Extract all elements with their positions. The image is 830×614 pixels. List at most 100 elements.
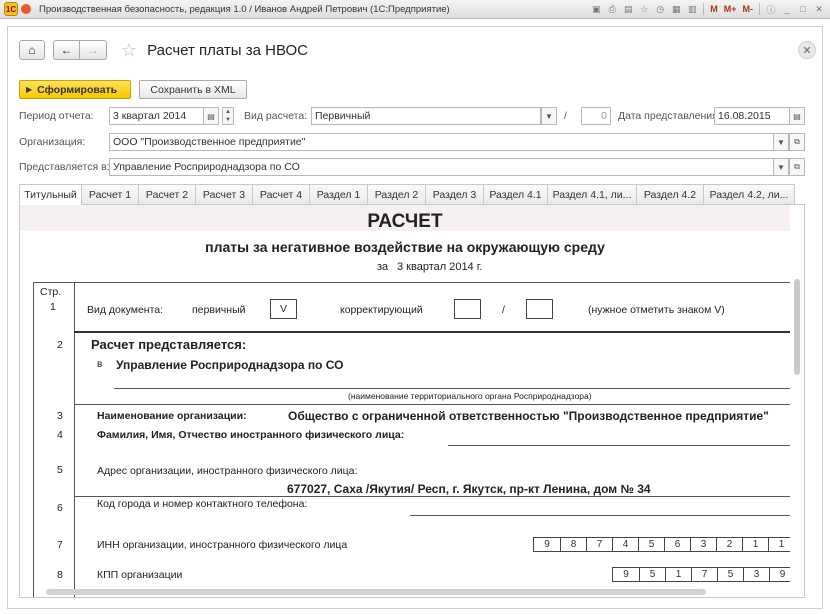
submitted-to-open-button[interactable]: ⧉	[789, 158, 805, 176]
row-7-number: 7	[57, 539, 63, 551]
info-icon[interactable]: ⓘ	[764, 2, 778, 16]
row-2-underline	[114, 388, 790, 389]
report-tabs: Титульный Расчет 1 Расчет 2 Расчет 3 Рас…	[19, 184, 805, 205]
memory-subtract-button[interactable]: M-	[741, 4, 756, 14]
row-2-value[interactable]: Управление Росприроднадзора по СО	[116, 358, 344, 372]
tab-section-4-2[interactable]: Раздел 4.2	[637, 184, 704, 205]
forward-button[interactable]: →	[80, 40, 107, 60]
window-titlebar: 1С Производственная безопасность, редакц…	[0, 0, 830, 19]
row-1-hint: (нужное отметить знаком V)	[588, 304, 725, 316]
row-1-number: 1	[50, 301, 56, 313]
preview-icon[interactable]: ▤	[621, 2, 635, 16]
chevron-down-icon: ▼	[777, 162, 785, 172]
row-5-number: 5	[57, 464, 63, 476]
generate-button-label: Сформировать	[37, 83, 118, 96]
back-button[interactable]: ←	[53, 40, 80, 60]
nav-row: ⌂ ← → ☆ Расчет платы за НВОС	[19, 40, 308, 60]
organization-label: Организация:	[19, 136, 86, 148]
document-title: РАСЧЕТ	[367, 211, 443, 232]
horizontal-scroll-thumb[interactable]	[46, 589, 706, 595]
row-separator	[74, 404, 790, 405]
main-menu-icon[interactable]	[21, 4, 31, 14]
tab-section-4-1[interactable]: Раздел 4.1	[484, 184, 548, 205]
generate-button[interactable]: ▶ Сформировать	[19, 80, 131, 99]
organization-open-button[interactable]: ⧉	[789, 133, 805, 151]
row-3-value[interactable]: Общество с ограниченной ответственностью…	[288, 409, 769, 423]
organization-field[interactable]: ООО "Производственное предприятие"	[109, 133, 774, 151]
inn-digit: 6	[664, 538, 690, 551]
save-icon[interactable]: ▣	[589, 2, 603, 16]
spin-down-icon: ▼	[225, 117, 231, 123]
favorite-star-icon[interactable]: ☆	[121, 41, 137, 59]
row-3-number: 3	[57, 410, 63, 422]
kpp-digit: 5	[717, 568, 743, 581]
chevron-down-icon: ▼	[777, 137, 785, 147]
row-2-number: 2	[57, 339, 63, 351]
maximize-icon[interactable]: □	[796, 2, 810, 16]
tab-section-4-2-sheet[interactable]: Раздел 4.2, ли...	[704, 184, 795, 205]
row-1-correction-number-box[interactable]	[526, 299, 553, 319]
period-spinner[interactable]: ▲ ▼	[222, 107, 234, 125]
inn-digit: 4	[612, 538, 638, 551]
kpp-cells[interactable]: 9 5 1 7 5 3 9	[612, 567, 796, 582]
command-bar: ▶ Сформировать Сохранить в XML	[19, 80, 247, 99]
organization-dropdown-button[interactable]: ▼	[773, 133, 789, 151]
tab-calc-1[interactable]: Расчет 1	[82, 184, 139, 205]
app-logo-icon[interactable]: 1С	[4, 2, 18, 16]
row-4-label: Фамилия, Имя, Отчество иностранного физи…	[97, 429, 405, 441]
row-1-corrective-label: корректирующий	[340, 304, 423, 316]
calc-type-select[interactable]: Первичный	[311, 107, 541, 125]
form-frame: ⌂ ← → ☆ Расчет платы за НВОС ✕ ▶ Сформиро…	[7, 26, 823, 609]
form-close-button[interactable]: ✕	[798, 41, 816, 59]
period-select-button[interactable]: ▤	[203, 107, 219, 125]
row-1-corrective-checkbox[interactable]	[454, 299, 481, 319]
calc-type-dropdown-button[interactable]: ▼	[541, 107, 557, 125]
calendar-icon[interactable]: ▦	[669, 2, 683, 16]
tab-calc-2[interactable]: Расчет 2	[139, 184, 196, 205]
row-2-prefix: в	[97, 359, 103, 370]
print-icon[interactable]: ⎙	[605, 2, 619, 16]
submitted-to-field[interactable]: Управление Росприроднадзора по СО	[109, 158, 774, 176]
tab-title-page[interactable]: Титульный	[19, 184, 82, 205]
minimize-icon[interactable]: _	[780, 2, 794, 16]
row-4-underline	[448, 445, 790, 446]
calculator-icon[interactable]: ▥	[685, 2, 699, 16]
inn-cells[interactable]: 9 8 7 4 5 6 3 2 1 1	[533, 537, 795, 552]
tab-section-4-1-sheet[interactable]: Раздел 4.1, ли...	[548, 184, 637, 205]
memory-button[interactable]: M	[708, 4, 720, 14]
save-xml-button[interactable]: Сохранить в XML	[139, 80, 247, 99]
row-number-header: Стр.	[40, 286, 62, 298]
calendar-icon: ▤	[793, 111, 801, 121]
page-title: Расчет платы за НВОС	[147, 41, 308, 59]
document-subtitle: платы за негативное воздействие на окруж…	[205, 239, 605, 255]
kpp-digit: 7	[691, 568, 717, 581]
tab-calc-4[interactable]: Расчет 4	[253, 184, 310, 205]
arrow-left-icon: ←	[60, 43, 73, 57]
row-1-primary-checkbox[interactable]: V	[270, 299, 297, 319]
correction-number-field[interactable]: 0	[581, 107, 611, 125]
horizontal-scrollbar[interactable]	[20, 587, 792, 597]
table-left-line	[33, 282, 34, 597]
memory-add-button[interactable]: M+	[722, 4, 739, 14]
submission-date-field[interactable]: 16.08.2015	[714, 107, 790, 125]
home-button[interactable]: ⌂	[19, 40, 45, 60]
period-field[interactable]: 3 квартал 2014	[109, 107, 204, 125]
table-num-column-line	[74, 282, 75, 597]
vertical-scrollbar[interactable]	[790, 205, 804, 597]
report-document[interactable]: РАСЧЕТ платы за негативное воздействие н…	[19, 205, 805, 598]
tab-section-2[interactable]: Раздел 2	[368, 184, 426, 205]
inn-digit: 3	[690, 538, 716, 551]
window-close-icon[interactable]: ✕	[812, 2, 826, 16]
tab-section-1[interactable]: Раздел 1	[310, 184, 368, 205]
table-top-line	[33, 282, 790, 283]
favorite-icon[interactable]: ☆	[637, 2, 651, 16]
vertical-scroll-thumb[interactable]	[794, 279, 800, 375]
history-icon[interactable]: ◷	[653, 2, 667, 16]
tab-calc-3[interactable]: Расчет 3	[196, 184, 253, 205]
submitted-to-dropdown-button[interactable]: ▼	[773, 158, 789, 176]
date-picker-button[interactable]: ▤	[789, 107, 805, 125]
tab-section-3[interactable]: Раздел 3	[426, 184, 484, 205]
row-1-slash: /	[502, 304, 505, 316]
kpp-digit: 5	[639, 568, 665, 581]
row-5-value[interactable]: 677027, Саха /Якутия/ Респ, г. Якутск, п…	[287, 482, 651, 496]
